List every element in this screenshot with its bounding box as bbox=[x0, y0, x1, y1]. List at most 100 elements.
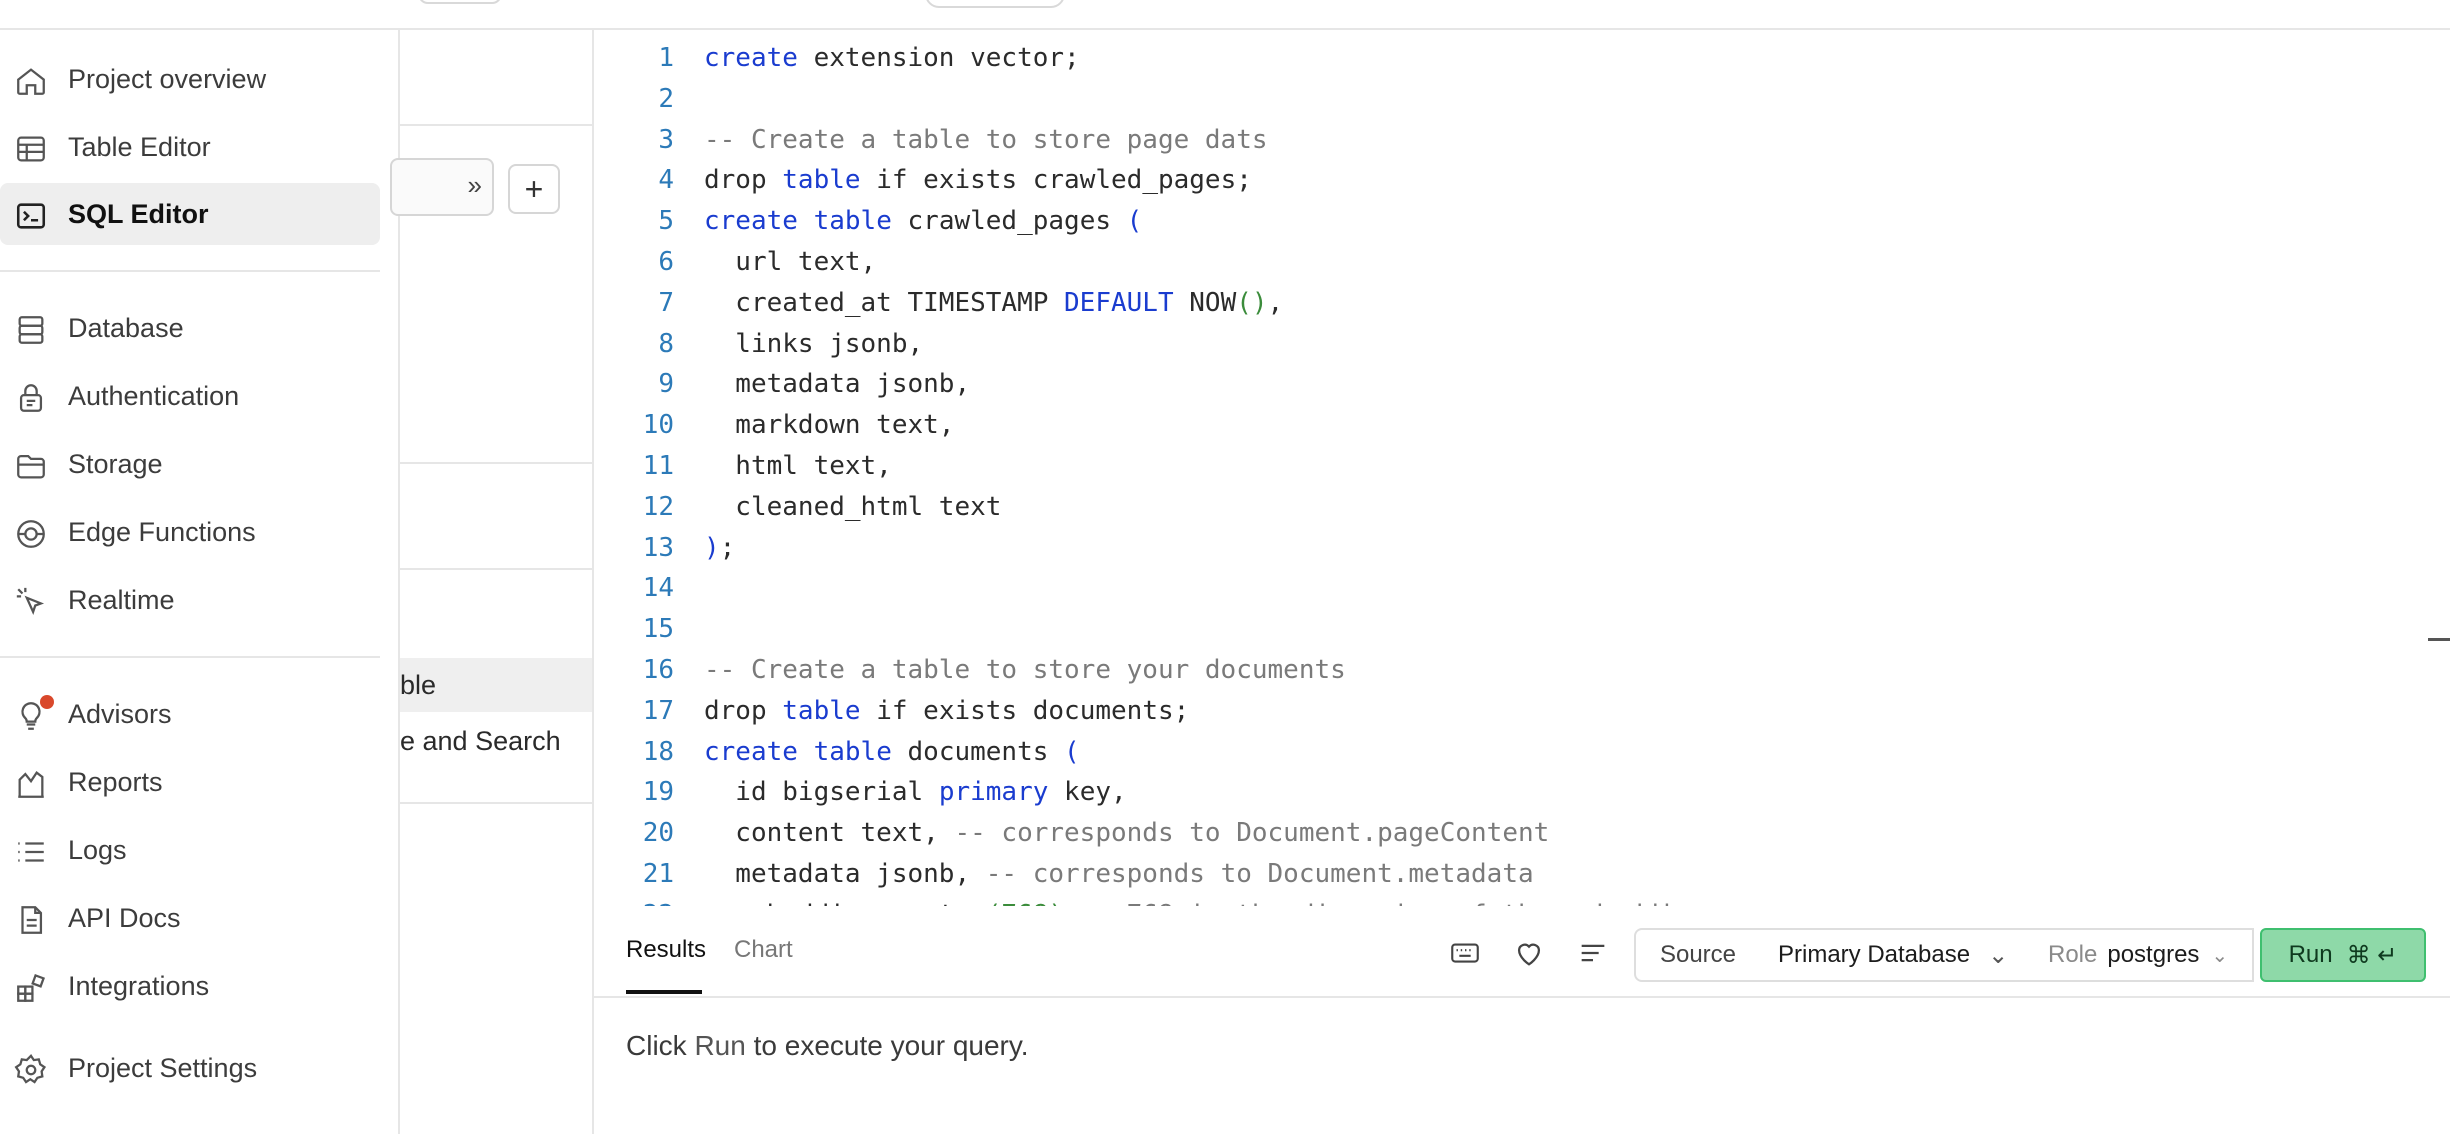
sidebar-item-logs[interactable]: Logs bbox=[0, 819, 380, 881]
code-token: table bbox=[813, 736, 892, 767]
heart-icon[interactable] bbox=[1512, 936, 1546, 970]
line-number: 19 bbox=[642, 777, 674, 808]
code-token: create bbox=[704, 206, 798, 237]
sidebar-item-table-editor[interactable]: Table Editor bbox=[0, 116, 380, 178]
api-docs-icon bbox=[14, 903, 48, 937]
sidebar-item-sql-editor[interactable]: SQL Editor bbox=[0, 183, 380, 245]
source-button[interactable]: Source bbox=[1634, 928, 1762, 982]
line-number: 11 bbox=[642, 451, 674, 481]
code-line[interactable]: 3 -- Create a table to store page dats bbox=[594, 120, 2450, 160]
code-token: if exists documents; bbox=[860, 695, 1190, 726]
code-line[interactable]: 10 markdown text, bbox=[594, 405, 2450, 445]
code-line[interactable]: 7 created_at TIMESTAMP DEFAULT NOW(), bbox=[594, 283, 2450, 323]
code-text: ); bbox=[704, 528, 735, 568]
sql-code-editor[interactable]: 1 create extension vector; 2 3 -- Create a t… bbox=[594, 30, 2450, 909]
code-line[interactable]: 18 create table documents ( bbox=[594, 732, 2450, 772]
new-snippet-button[interactable]: + bbox=[508, 164, 560, 214]
code-line[interactable]: 16 -- Create a table to store your docume… bbox=[594, 650, 2450, 690]
table-icon bbox=[14, 132, 48, 166]
code-line[interactable]: 20 content text, -- corresponds to Docum… bbox=[594, 813, 2450, 853]
sidebar-item-label: Authentication bbox=[68, 380, 240, 411]
code-line[interactable]: 12 cleaned_html text bbox=[594, 487, 2450, 527]
sidebar-item-realtime[interactable]: Realtime bbox=[0, 569, 380, 631]
code-text: url text, bbox=[704, 242, 876, 282]
tab-results[interactable]: Results bbox=[626, 936, 706, 964]
code-line[interactable]: 4 drop table if exists crawled_pages; bbox=[594, 160, 2450, 200]
code-line[interactable]: 2 bbox=[594, 79, 2450, 119]
line-number: 6 bbox=[658, 247, 674, 277]
snippet-filter-select[interactable]: » bbox=[390, 158, 494, 216]
sidebar-item-label: Project Settings bbox=[68, 1052, 258, 1083]
sidebar-item-storage[interactable]: Storage bbox=[0, 433, 380, 495]
code-token: metadata jsonb, bbox=[704, 859, 986, 889]
code-line[interactable]: 8 links jsonb, bbox=[594, 324, 2450, 364]
code-line[interactable]: 17 drop table if exists documents; bbox=[594, 691, 2450, 731]
code-text: drop table if exists documents; bbox=[704, 691, 1189, 731]
top-pill[interactable] bbox=[418, 0, 502, 4]
sidebar-item-project-overview[interactable]: Project overview bbox=[0, 48, 380, 110]
sidebar-item-advisors[interactable]: Advisors bbox=[0, 683, 380, 745]
line-number: 18 bbox=[642, 736, 674, 767]
lock-icon bbox=[14, 381, 48, 415]
sidebar-item-integrations[interactable]: Integrations bbox=[0, 955, 380, 1017]
chevron-down-icon: ⌄ bbox=[1988, 941, 2009, 969]
results-toolbar: Results Chart Source Primary Database ⌄ … bbox=[594, 906, 2450, 998]
sidebar-item-database[interactable]: Database bbox=[0, 297, 380, 359]
code-line[interactable]: 21 metadata jsonb, -- corresponds to Doc… bbox=[594, 854, 2450, 894]
sql-snippets-panel: » + ble e and Search bbox=[390, 30, 594, 1134]
line-number: 2 bbox=[658, 83, 674, 114]
format-align-icon[interactable] bbox=[1576, 936, 1610, 970]
snippet-item[interactable]: e and Search bbox=[400, 714, 592, 768]
code-token: drop bbox=[704, 695, 783, 726]
code-token: documents bbox=[891, 736, 1065, 767]
code-token: cleaned_html text bbox=[704, 491, 1002, 522]
run-button[interactable]: Run ⌘ ↵ bbox=[2260, 928, 2426, 982]
line-number: 16 bbox=[642, 655, 674, 685]
database-label: Primary Database bbox=[1778, 941, 1971, 968]
snippet-item[interactable]: ble bbox=[400, 658, 592, 712]
code-text: links jsonb, bbox=[704, 324, 923, 364]
code-token: table bbox=[782, 165, 861, 196]
sidebar-item-authentication[interactable]: Authentication bbox=[0, 365, 380, 427]
home-icon bbox=[14, 64, 48, 98]
role-value: postgres bbox=[2107, 941, 2200, 968]
top-pill[interactable] bbox=[925, 0, 1065, 8]
snippet-label: e and Search bbox=[400, 725, 561, 756]
code-token: -- Create a table to store page dats bbox=[704, 124, 1268, 155]
code-text: content text, -- corresponds to Document… bbox=[704, 813, 1549, 853]
database-select[interactable]: Primary Database ⌄ bbox=[1758, 928, 2032, 982]
code-token: id bigserial bbox=[704, 777, 939, 808]
sidebar-item-edge-functions[interactable]: Edge Functions bbox=[0, 501, 380, 563]
code-line[interactable]: 1 create extension vector; bbox=[594, 38, 2450, 78]
sidebar-item-label: Edge Functions bbox=[68, 516, 256, 547]
code-token: drop bbox=[704, 165, 783, 196]
code-line[interactable]: 14 bbox=[594, 568, 2450, 608]
line-number: 10 bbox=[642, 410, 674, 441]
gear-icon bbox=[14, 1053, 48, 1087]
code-line[interactable]: 6 url text, bbox=[594, 242, 2450, 282]
code-line[interactable]: 15 bbox=[594, 609, 2450, 649]
code-line[interactable]: 5 create table crawled_pages ( bbox=[594, 201, 2450, 241]
code-line[interactable]: 11 html text, bbox=[594, 446, 2450, 486]
keyboard-icon[interactable] bbox=[1448, 936, 1482, 970]
sidebar-item-label: Project overview bbox=[68, 63, 267, 94]
sidebar-item-api-docs[interactable]: API Docs bbox=[0, 887, 380, 949]
tab-chart[interactable]: Chart bbox=[734, 936, 793, 964]
realtime-icon bbox=[14, 585, 48, 619]
role-select[interactable]: Role postgres ⌄ bbox=[2030, 928, 2254, 982]
results-empty-hint: Click Run to execute your query. bbox=[626, 1030, 1029, 1062]
code-line[interactable]: 19 id bigserial primary key, bbox=[594, 772, 2450, 812]
hint-suffix: to execute your query. bbox=[753, 1030, 1029, 1061]
sidebar-item-project-settings[interactable]: Project Settings bbox=[0, 1037, 380, 1099]
code-token: markdown text, bbox=[704, 410, 955, 441]
logs-icon bbox=[14, 835, 48, 869]
role-label: Role bbox=[2048, 941, 2098, 968]
sidebar-item-label: API Docs bbox=[68, 902, 181, 933]
sidebar-item-reports[interactable]: Reports bbox=[0, 751, 380, 813]
sidebar-divider bbox=[0, 270, 380, 272]
code-token: , bbox=[1267, 287, 1284, 318]
code-line[interactable]: 9 metadata jsonb, bbox=[594, 364, 2450, 404]
code-line[interactable]: 13); bbox=[594, 528, 2450, 568]
source-label: Source bbox=[1659, 941, 1737, 968]
sidebar-item-label: Advisors bbox=[68, 698, 172, 729]
